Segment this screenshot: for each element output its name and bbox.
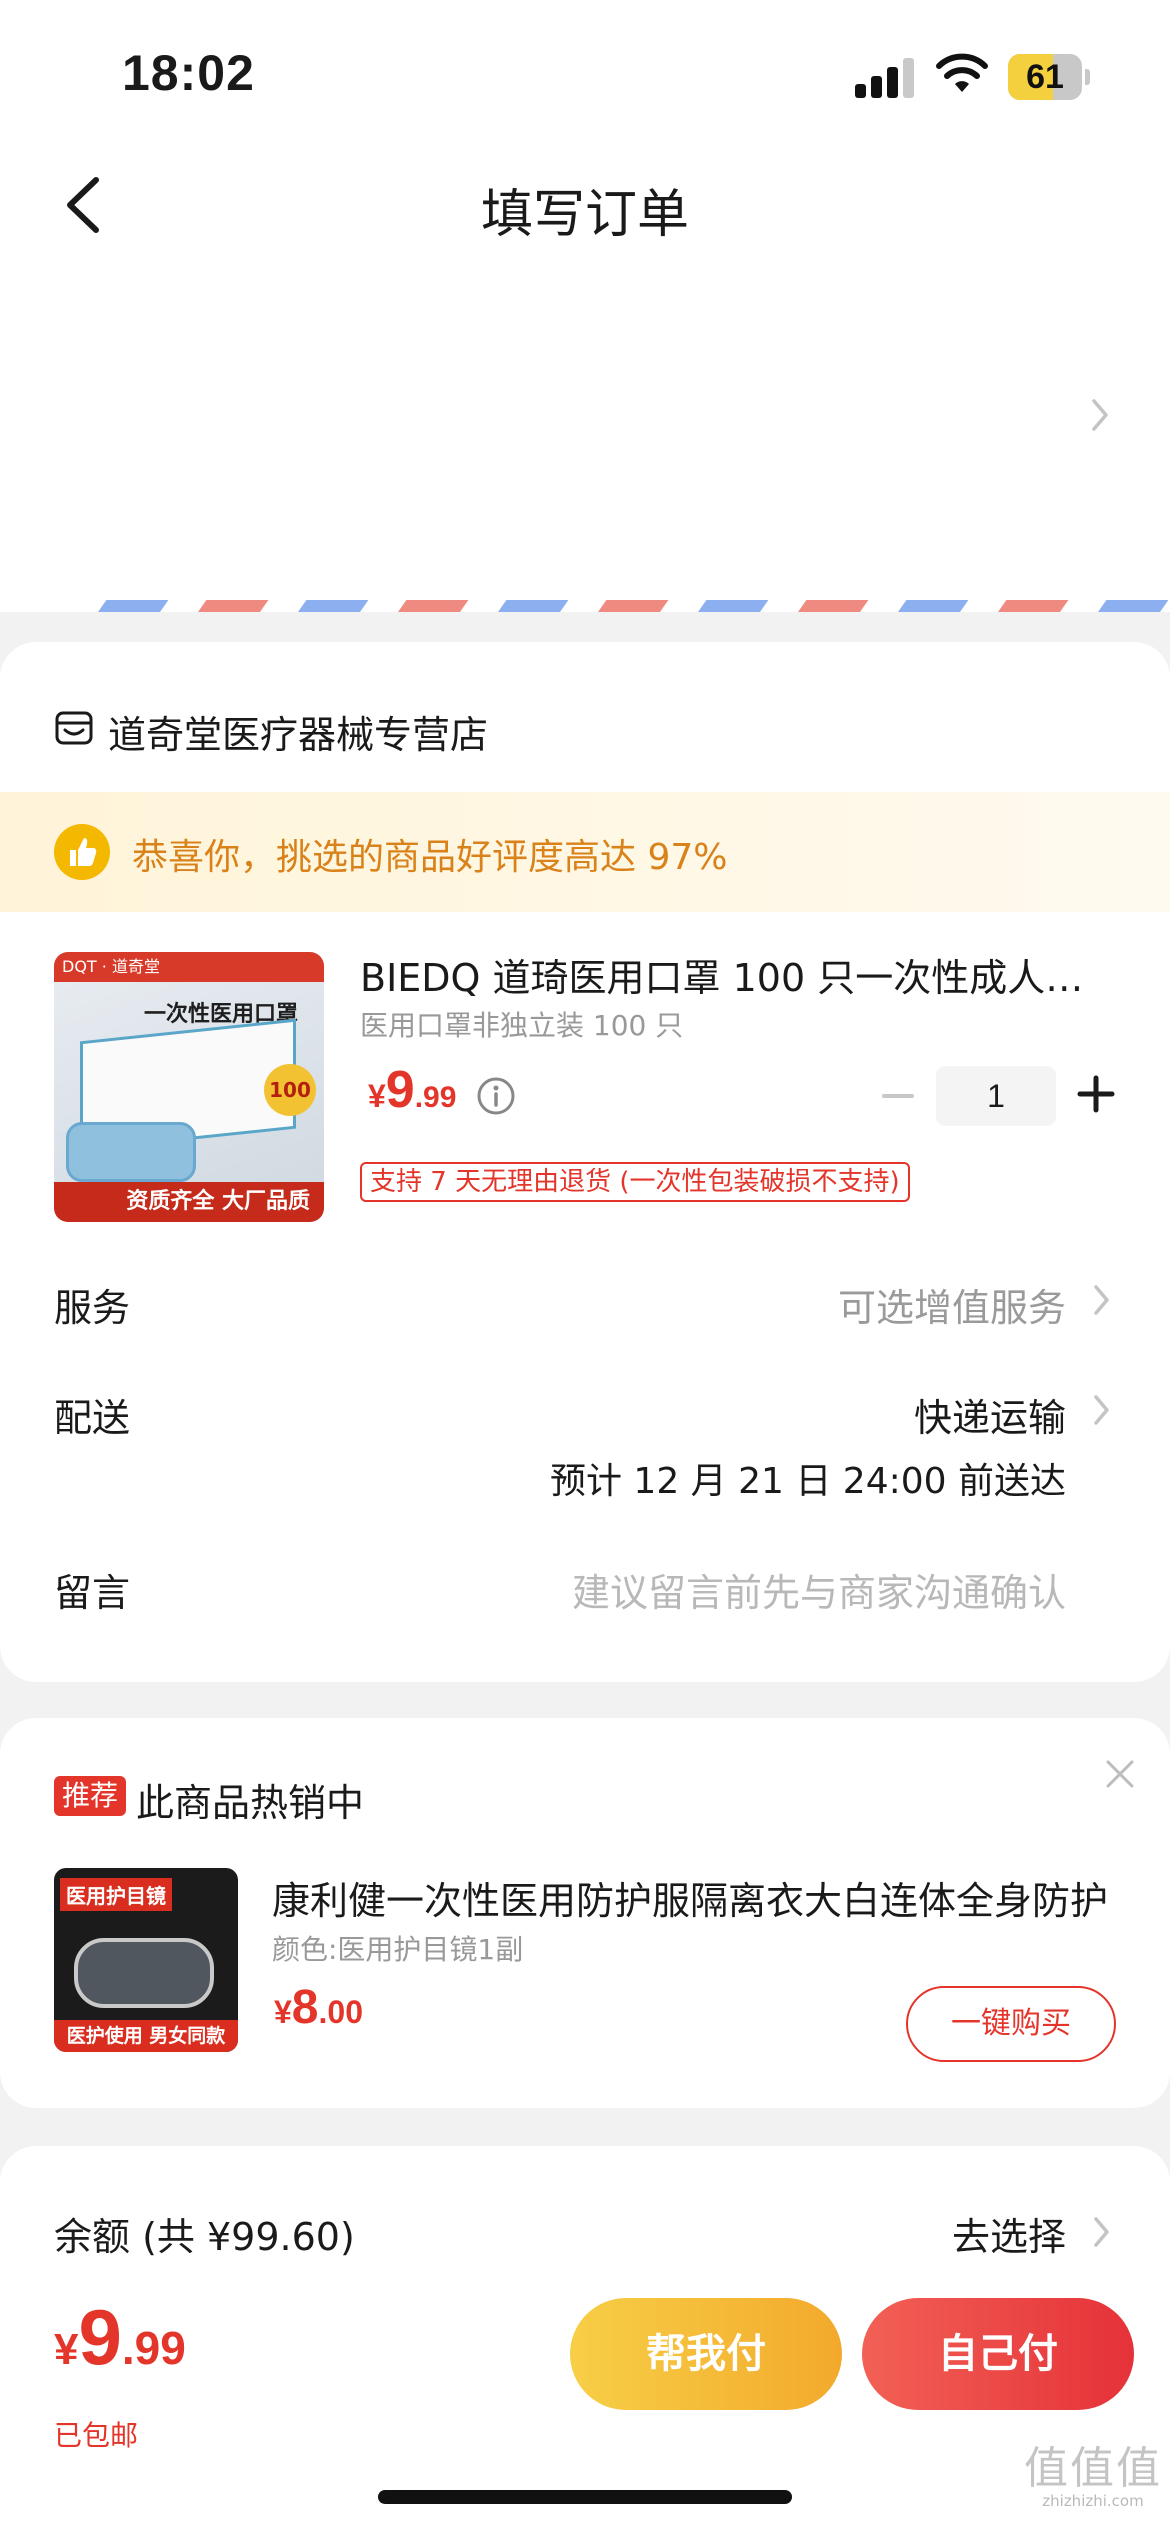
product-image[interactable]: DQT · 道奇堂 一次性医用口罩 100 资质齐全 大厂品质 bbox=[54, 952, 324, 1222]
shop-name: 道奇堂医疗器械专营店 bbox=[108, 713, 489, 757]
reco-thumb-head: 医用护目镜 bbox=[60, 1878, 172, 1911]
free-shipping-label: 已包邮 bbox=[54, 2419, 139, 2452]
goggles-graphic bbox=[74, 1938, 214, 2008]
shop-icon bbox=[55, 711, 93, 745]
help-me-pay-button[interactable]: 帮我付 bbox=[570, 2298, 842, 2410]
total-decimal: .99 bbox=[121, 2322, 186, 2374]
total-symbol: ¥ bbox=[54, 2325, 79, 2374]
wifi-icon bbox=[936, 53, 988, 92]
product-price: ¥9.99 bbox=[368, 1060, 456, 1120]
recommendation-card: 推荐 此商品热销中 医用护目镜 医护使用 男女同款 康利健一次性医用防护服隔离衣… bbox=[0, 1718, 1170, 2108]
reco-price-symbol: ¥ bbox=[274, 1994, 292, 2030]
price-info-icon[interactable] bbox=[476, 1076, 516, 1116]
shop-row[interactable]: 道奇堂医疗器械专营店 bbox=[0, 692, 1170, 772]
address-airmail-border bbox=[97, 600, 1169, 612]
thumbs-up-icon bbox=[54, 824, 110, 880]
recommend-price: ¥8.00 bbox=[274, 1980, 363, 2035]
service-label: 服务 bbox=[54, 1286, 131, 1330]
pay-myself-button[interactable]: 自己付 bbox=[862, 2298, 1134, 2410]
recommend-tag: 推荐 bbox=[54, 1776, 127, 1816]
total-integer: 9 bbox=[78, 2293, 122, 2381]
home-indicator[interactable] bbox=[378, 2490, 792, 2504]
product-spec[interactable]: 医用口罩非独立装 100 只 bbox=[360, 1004, 683, 1044]
quantity-plus-button[interactable] bbox=[1076, 1074, 1116, 1114]
balance-label: 余额 (共 ¥99.60) bbox=[54, 2215, 355, 2259]
balance-select[interactable]: 去选择 bbox=[952, 2206, 1066, 2261]
quantity-input[interactable]: 1 bbox=[936, 1066, 1056, 1126]
price-symbol: ¥ bbox=[368, 1078, 386, 1114]
top-area: 18:02 61 填写订单 bbox=[0, 0, 1170, 612]
watermark-site: zhizhizhi.com bbox=[1042, 2492, 1144, 2510]
message-input[interactable]: 建议留言前先与商家沟通确认 bbox=[572, 1562, 1066, 1617]
battery-percent: 61 bbox=[1026, 58, 1064, 96]
thumb-brand: DQT · 道奇堂 bbox=[54, 952, 324, 982]
balance-chevron-icon[interactable] bbox=[1090, 2214, 1114, 2250]
return-policy-tag: 支持 7 天无理由退货 (一次性包装破损不支持) bbox=[360, 1162, 910, 1202]
product-title[interactable]: BIEDQ 道琦医用口罩 100 只一次性成人口罩 bbox=[360, 947, 1120, 1002]
battery-icon: 61 bbox=[1008, 54, 1090, 100]
cellular-signal-icon bbox=[855, 58, 915, 98]
message-label: 留言 bbox=[54, 1571, 131, 1615]
reco-thumb-foot: 医护使用 男女同款 bbox=[54, 2020, 238, 2052]
close-icon[interactable] bbox=[1104, 1758, 1136, 1790]
price-decimal: .99 bbox=[414, 1081, 457, 1114]
page-title: 填写订单 bbox=[480, 185, 689, 245]
praise-banner: 恭喜你，挑选的商品好评度高达 97% bbox=[0, 792, 1170, 912]
delivery-value[interactable]: 快递运输 bbox=[914, 1387, 1066, 1442]
delivery-label: 配送 bbox=[54, 1396, 131, 1440]
mask-graphic bbox=[66, 1122, 196, 1182]
service-chevron-icon[interactable] bbox=[1090, 1282, 1114, 1318]
watermark: 值值值 zhizhizhi.com bbox=[1018, 2443, 1168, 2511]
price-integer: 9 bbox=[385, 1061, 415, 1119]
address-chevron-icon[interactable] bbox=[1085, 395, 1115, 435]
nav-bar: 填写订单 bbox=[0, 150, 1170, 260]
recommend-product-spec: 颜色:医用护目镜1副 bbox=[272, 1933, 524, 1966]
status-bar: 18:02 61 bbox=[0, 0, 1170, 150]
one-click-buy-button[interactable]: 一键购买 bbox=[906, 1986, 1116, 2062]
thumb-badge: 100 bbox=[264, 1064, 316, 1116]
service-value[interactable]: 可选增值服务 bbox=[838, 1277, 1066, 1332]
delivery-chevron-icon[interactable] bbox=[1090, 1392, 1114, 1428]
thumb-footer: 资质齐全 大厂品质 bbox=[54, 1182, 324, 1222]
watermark-logo: 值值值 bbox=[1024, 2443, 1162, 2494]
quantity-minus-button[interactable] bbox=[880, 1078, 916, 1114]
checkout-bar: 余额 (共 ¥99.60) 去选择 ¥9.99 已包邮 帮我付 自己付 bbox=[0, 2146, 1170, 2532]
praise-text: 恭喜你，挑选的商品好评度高达 97% bbox=[132, 837, 728, 878]
status-time: 18:02 bbox=[122, 45, 255, 101]
recommend-product-image[interactable]: 医用护目镜 医护使用 男女同款 bbox=[54, 1868, 238, 2052]
recommend-title: 此商品热销中 bbox=[136, 1781, 365, 1825]
total-price: ¥9.99 bbox=[54, 2292, 186, 2383]
order-card: 道奇堂医疗器械专营店 恭喜你，挑选的商品好评度高达 97% DQT · 道奇堂 … bbox=[0, 642, 1170, 1682]
reco-price-integer: 8 bbox=[291, 1981, 319, 2034]
reco-price-decimal: .00 bbox=[318, 1994, 363, 2030]
recommend-product-name[interactable]: 康利健一次性医用防护服隔离衣大白连体全身防护 bbox=[272, 1870, 1112, 1925]
delivery-eta: 预计 12 月 21 日 24:00 前送达 bbox=[549, 1461, 1066, 1502]
